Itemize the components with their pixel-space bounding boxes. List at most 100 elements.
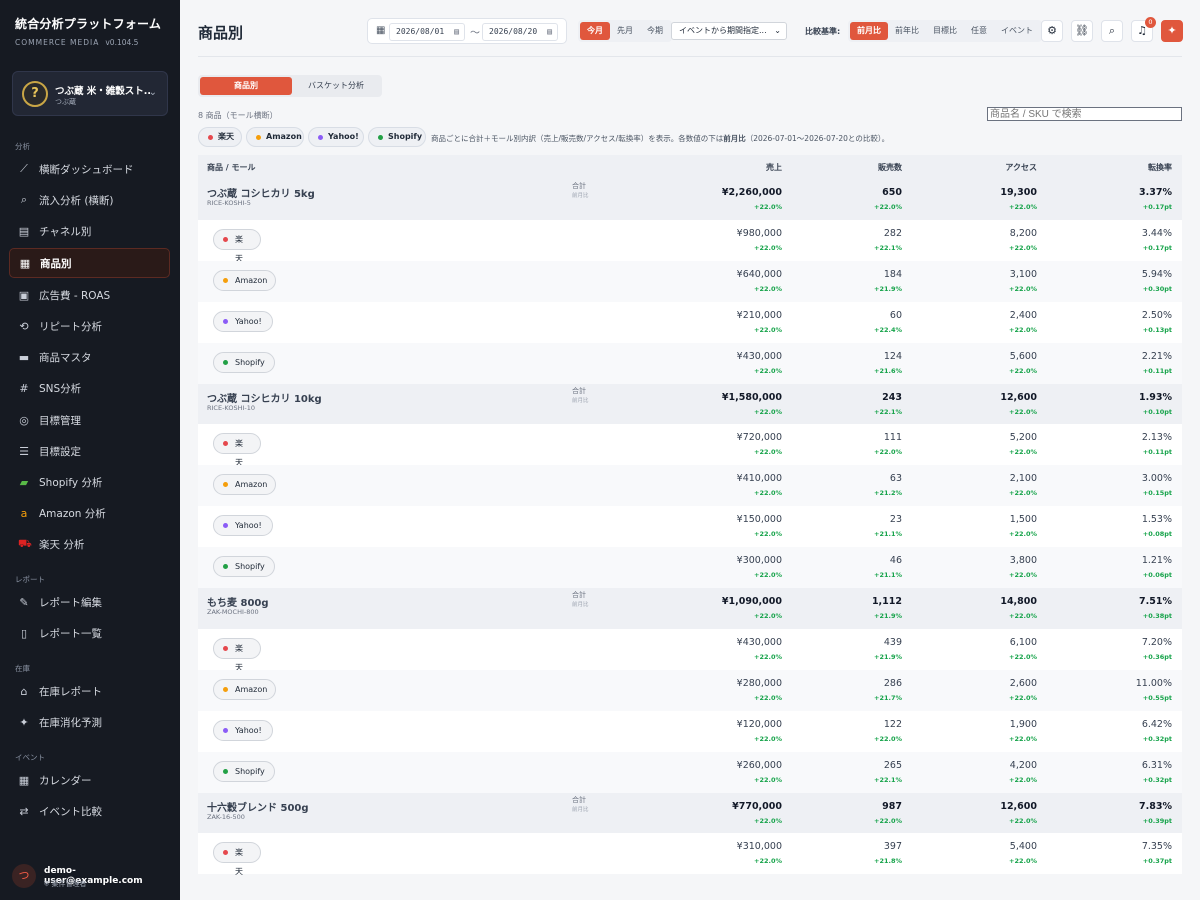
search-button[interactable]: ⌕ bbox=[1101, 20, 1123, 42]
compare-target-button[interactable]: 目標比 bbox=[926, 22, 964, 40]
legend-mall-1[interactable]: Amazon bbox=[246, 127, 304, 147]
search-input[interactable] bbox=[987, 107, 1182, 121]
cell-sales: ¥1,090,000 bbox=[721, 596, 782, 607]
date-from-input[interactable]: 2026/08/01 ▤ bbox=[389, 23, 465, 41]
cell-access: 1,500 bbox=[1009, 514, 1037, 526]
sidebar-item-11[interactable]: a Amazon 分析 bbox=[9, 498, 170, 528]
mall-dot-icon bbox=[318, 135, 323, 140]
cell-sales: ¥280,000 bbox=[736, 677, 782, 689]
tab-basket[interactable]: バスケット分析 bbox=[292, 77, 380, 95]
legend-mall-2[interactable]: Yahoo! bbox=[308, 127, 364, 147]
mall-chip: Amazon bbox=[213, 474, 276, 496]
period-this-month-button[interactable]: 今月 bbox=[580, 22, 610, 40]
period-this-term-button[interactable]: 今期 bbox=[640, 22, 670, 40]
avatar: つ bbox=[12, 864, 36, 888]
sidebar-item-18[interactable]: ⇄ イベント比較 bbox=[9, 796, 170, 826]
legend-mall-0[interactable]: 楽天 bbox=[198, 127, 242, 147]
cell-access-delta: +22.0% bbox=[1009, 325, 1037, 334]
compare-yoy-button[interactable]: 前年比 bbox=[888, 22, 926, 40]
sidebar-item-4[interactable]: ▣ 広告費 - ROAS bbox=[9, 280, 170, 310]
store-sub: つぶ蔵 bbox=[55, 98, 76, 106]
sidebar-item-label: Amazon 分析 bbox=[39, 507, 106, 520]
cell-sales: ¥1,580,000 bbox=[721, 391, 782, 403]
compare-mom-button[interactable]: 前月比 bbox=[850, 22, 888, 40]
total-label: 合計 bbox=[572, 182, 586, 190]
gear-icon: ⚙ bbox=[1047, 24, 1057, 37]
cell-cvr-delta: +0.37pt bbox=[1142, 857, 1172, 866]
mall-chip: Amazon bbox=[213, 678, 276, 700]
sidebar-item-13[interactable]: ✎ レポート編集 bbox=[9, 587, 170, 617]
cell-units: 397 bbox=[883, 841, 902, 853]
sidebar-item-17[interactable]: ▦ カレンダー bbox=[9, 765, 170, 795]
cell-units-delta: +21.8% bbox=[874, 857, 902, 866]
product-name[interactable]: もち麦 800g bbox=[207, 594, 269, 609]
product-name[interactable]: つぶ蔵 コシヒカリ 5kg bbox=[207, 185, 315, 200]
calendar-icon: ▤ bbox=[547, 27, 552, 36]
date-to-value: 2026/08/20 bbox=[489, 27, 538, 36]
link-button[interactable]: ⛓ bbox=[1071, 20, 1093, 42]
compare-custom-button[interactable]: 任意 bbox=[964, 22, 994, 40]
notification-button[interactable]: ♫ 0 bbox=[1131, 17, 1156, 42]
cell-cvr: 3.37% bbox=[1139, 187, 1172, 198]
sidebar-item-3[interactable]: ▦ 商品別 bbox=[9, 248, 170, 278]
mall-row: Yahoo! ¥120,000 +22.0% 122 +22.0% 1,900 +22.0%… bbox=[198, 710, 1182, 752]
compare-event-button[interactable]: イベント bbox=[994, 22, 1040, 40]
cell-access: 5,200 bbox=[1009, 432, 1037, 444]
cart-icon: ⛟ bbox=[18, 536, 32, 550]
cell-sales-delta: +22.0% bbox=[754, 612, 782, 620]
sidebar-item-7[interactable]: # SNS分析 bbox=[9, 373, 170, 403]
table-note: 商品ごとに合計＋モール別内訳（売上/販売数/アクセス/転換率）を表示。各数値の下… bbox=[431, 133, 889, 144]
sidebar-item-0[interactable]: ⟋ 横断ダッシュボード bbox=[9, 154, 170, 184]
sidebar-item-2[interactable]: ▤ チャネル別 bbox=[9, 216, 170, 246]
note-emphasis: 前月比 bbox=[723, 134, 746, 143]
sidebar-item-14[interactable]: ▯ レポート一覧 bbox=[9, 618, 170, 648]
mall-chip: Yahoo! bbox=[213, 719, 273, 741]
product-name[interactable]: 十六穀ブレンド 500g bbox=[207, 799, 309, 814]
tab-products[interactable]: 商品別 bbox=[200, 77, 292, 95]
store-switcher[interactable]: ? つぶ蔵 米・雑穀スト... つぶ蔵 ⌄ bbox=[12, 71, 168, 116]
sidebar-item-1[interactable]: ⌕ 流入分析 (横断) bbox=[9, 185, 170, 215]
notification-badge: 0 bbox=[1145, 17, 1156, 28]
sidebar-item-8[interactable]: ◎ 目標管理 bbox=[9, 405, 170, 435]
cell-sales-delta: +22.0% bbox=[754, 775, 782, 784]
mall-chip: Amazon bbox=[213, 269, 276, 291]
sidebar-item-15[interactable]: ⌂ 在庫レポート bbox=[9, 676, 170, 706]
sidebar-item-10[interactable]: ▰ Shopify 分析 bbox=[9, 467, 170, 497]
sidebar-item-6[interactable]: ▬ 商品マスタ bbox=[9, 342, 170, 372]
section-label-analysis: 分析 bbox=[15, 142, 30, 151]
app-subtitle-text: COMMERCE MEDIA bbox=[15, 38, 100, 47]
cell-sales-delta: +22.0% bbox=[754, 366, 782, 375]
cell-access-delta: +22.0% bbox=[1009, 530, 1037, 539]
sidebar-item-5[interactable]: ⟲ リピート分析 bbox=[9, 311, 170, 341]
sidebar-item-label: 商品別 bbox=[40, 257, 72, 270]
cell-access-delta: +22.0% bbox=[1009, 243, 1037, 252]
period-last-month-button[interactable]: 先月 bbox=[610, 22, 640, 40]
mall-name: Shopify bbox=[235, 766, 265, 776]
sidebar-item-16[interactable]: ✦ 在庫消化予測 bbox=[9, 707, 170, 737]
mall-row: Yahoo! ¥210,000 +22.0% 60 +22.4% 2,400 +22.0% 2… bbox=[198, 301, 1182, 343]
cell-access: 8,200 bbox=[1009, 227, 1037, 239]
cell-cvr-delta: +0.06pt bbox=[1142, 571, 1172, 580]
legend-mall-3[interactable]: Shopify bbox=[368, 127, 426, 147]
mall-dot-icon bbox=[223, 236, 228, 242]
event-period-select[interactable]: イベントから期間指定... ⌄ bbox=[671, 22, 787, 40]
tools-button[interactable]: ✦ bbox=[1161, 20, 1183, 42]
cell-units-delta: +22.0% bbox=[874, 734, 902, 743]
sidebar-item-9[interactable]: ☰ 目標設定 bbox=[9, 436, 170, 466]
cell-units-delta: +21.9% bbox=[874, 284, 902, 293]
product-name[interactable]: つぶ蔵 コシヒカリ 10kg bbox=[207, 390, 322, 405]
file-icon: ▯ bbox=[20, 626, 28, 640]
settings-button[interactable]: ⚙ bbox=[1041, 20, 1063, 42]
mall-dot-icon bbox=[223, 482, 228, 488]
date-to-input[interactable]: 2026/08/20 ▤ bbox=[482, 23, 558, 41]
cell-sales: ¥720,000 bbox=[736, 432, 782, 444]
cell-access-delta: +22.0% bbox=[1009, 489, 1037, 498]
cell-sales-delta: +22.0% bbox=[754, 489, 782, 498]
mall-dot-icon bbox=[223, 318, 228, 324]
user-profile[interactable]: つ demo-user@example.com ⛨ 案件管理者 bbox=[12, 864, 172, 890]
sidebar-item-12[interactable]: ⛟ 楽天 分析 bbox=[9, 529, 170, 559]
cell-access: 5,600 bbox=[1009, 350, 1037, 362]
cell-sales-delta: +22.0% bbox=[754, 407, 782, 416]
mall-chip: 楽天 bbox=[213, 637, 261, 672]
mall-chip: Shopify bbox=[213, 760, 275, 782]
